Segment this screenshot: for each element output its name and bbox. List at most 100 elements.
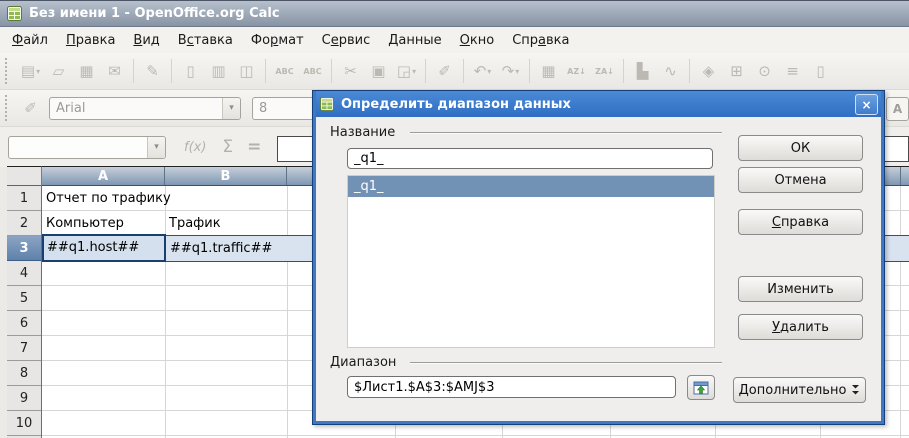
row-header-2[interactable]: 2 <box>7 211 41 236</box>
menu-item[interactable]: Сервис <box>313 30 380 51</box>
datasources-button[interactable]: ≡ <box>779 58 806 85</box>
menu-item[interactable]: Данные <box>379 30 450 51</box>
edit-file-icon: ✎ <box>146 62 159 80</box>
draw-functions-button[interactable]: ∿ <box>657 58 684 85</box>
define-database-range-dialog: Определить диапазон данных × Название _q… <box>312 90 885 425</box>
insert-chart-button[interactable]: ▙ <box>629 58 656 85</box>
chevron-down-icon[interactable]: ▾ <box>147 137 165 158</box>
navigator-button[interactable]: ◈ <box>695 58 722 85</box>
help-button[interactable]: Справка <box>738 209 863 235</box>
cancel-button[interactable]: Отмена <box>738 167 863 193</box>
row-header-3[interactable]: 3 <box>7 236 41 261</box>
equals-icon[interactable]: = <box>247 137 261 157</box>
gridline <box>900 186 901 438</box>
new-document-button[interactable]: ▤▾ <box>17 58 44 85</box>
select-all-corner[interactable] <box>7 166 42 186</box>
modify-button[interactable]: Изменить <box>738 276 863 302</box>
undo-button[interactable]: ↶▾ <box>469 58 496 85</box>
row-header-5[interactable]: 5 <box>7 286 41 311</box>
range-group-label: Диапазон <box>330 355 396 370</box>
row-header-6[interactable]: 6 <box>7 311 41 336</box>
row-header-7[interactable]: 7 <box>7 336 41 361</box>
menu-item[interactable]: Правка <box>57 30 124 51</box>
row-header-1[interactable]: 1 <box>7 186 41 211</box>
menu-item[interactable]: Вставка <box>169 30 242 51</box>
toolbar-separator <box>265 59 266 83</box>
redo-icon: ↷ <box>502 62 515 80</box>
cut-icon: ✂ <box>344 62 357 80</box>
menu-item[interactable]: Вид <box>124 30 168 51</box>
help-icon: ▯ <box>816 62 824 80</box>
chevron-down-icon[interactable]: ▾ <box>222 98 240 119</box>
spellcheck-icon: ABC <box>275 67 293 76</box>
cut-button[interactable]: ✂ <box>337 58 364 85</box>
shrink-button[interactable] <box>687 375 715 400</box>
row-header-8[interactable]: 8 <box>7 361 41 386</box>
delete-button[interactable]: Удалить <box>738 314 863 340</box>
menu-item[interactable]: Файл <box>3 30 57 51</box>
standard-toolbar: ▤▾▱▦✉✎▯▥◫ABCABC✂▣◲▾✐↶▾↷▾▦AZ↓ZA↓▙∿◈⊞⊙≡▯ <box>0 53 909 90</box>
ok-button[interactable]: ОК <box>738 135 863 161</box>
cell-a2[interactable]: Компьютер <box>42 211 166 236</box>
chevron-down-icon[interactable]: ▾ <box>36 67 40 76</box>
row-header-4[interactable]: 4 <box>7 261 41 286</box>
function-wizard-icon[interactable]: f(x) <box>184 140 206 155</box>
sum-icon[interactable]: Σ <box>222 137 233 157</box>
list-item[interactable]: _q1_ <box>348 176 714 197</box>
menu-item[interactable]: Справка <box>503 30 578 51</box>
email-button[interactable]: ✉ <box>101 58 128 85</box>
font-color-icon[interactable]: A <box>886 97 909 121</box>
column-header-b[interactable]: B <box>165 167 287 185</box>
more-options-button[interactable]: Дополнительно <box>733 377 866 403</box>
menu-item[interactable]: Окно <box>451 30 504 51</box>
chevron-down-icon[interactable]: ▾ <box>412 67 416 76</box>
toolbar-drag-handle[interactable] <box>5 95 12 121</box>
format-paintbrush-button[interactable]: ✐ <box>431 58 458 85</box>
menu-item[interactable]: Формат <box>242 30 313 51</box>
gallery-button[interactable]: ⊞ <box>723 58 750 85</box>
zoom-button[interactable]: ⊙ <box>751 58 778 85</box>
toolbar-drag-handle[interactable] <box>5 58 12 84</box>
open-button[interactable]: ▱ <box>45 58 72 85</box>
sort-ascending-button[interactable]: AZ↓ <box>563 58 590 85</box>
row-header-9[interactable]: 9 <box>7 386 41 411</box>
spellcheck-button[interactable]: ABC <box>271 58 298 85</box>
row-header-10[interactable]: 10 <box>7 411 41 436</box>
cell-b3[interactable]: ##q1.traffic## <box>166 236 290 261</box>
navigator-icon: ◈ <box>703 62 715 80</box>
copy-button[interactable]: ▣ <box>365 58 392 85</box>
save-button[interactable]: ▦ <box>73 58 100 85</box>
sort-descending-button[interactable]: ZA↓ <box>591 58 618 85</box>
close-icon[interactable]: × <box>855 94 878 115</box>
double-chevron-down-icon <box>851 384 860 396</box>
redo-button[interactable]: ↷▾ <box>497 58 524 85</box>
format-paintbrush-icon: ✐ <box>438 62 451 80</box>
range-name-input[interactable] <box>347 148 713 169</box>
export-pdf-button[interactable]: ▯ <box>177 58 204 85</box>
font-name-combo[interactable]: Arial ▾ <box>49 97 241 120</box>
chevron-down-icon[interactable]: ▾ <box>487 67 491 76</box>
page-preview-button[interactable]: ◫ <box>233 58 260 85</box>
paste-button[interactable]: ◲▾ <box>393 58 420 85</box>
edit-file-button[interactable]: ✎ <box>139 58 166 85</box>
range-reference-input[interactable] <box>347 376 676 398</box>
print-button[interactable]: ▥ <box>205 58 232 85</box>
chevron-down-icon[interactable]: ▾ <box>515 67 519 76</box>
paste-icon: ◲ <box>397 62 411 80</box>
styles-button[interactable]: ✐ <box>17 95 44 122</box>
cell-b2[interactable]: Трафик <box>165 211 289 236</box>
autospellcheck-button[interactable]: ABC <box>299 58 326 85</box>
insert-chart-icon: ▙ <box>637 62 649 80</box>
insert-table-button[interactable]: ▦ <box>535 58 562 85</box>
range-list[interactable]: _q1_ <box>347 175 715 348</box>
window-titlebar: Без имени 1 - OpenOffice.org Calc <box>0 0 909 27</box>
export-pdf-icon: ▯ <box>186 62 194 80</box>
cell-a3-active[interactable]: ##q1.host## <box>42 234 166 262</box>
dialog-titlebar[interactable]: Определить диапазон данных × <box>316 91 881 117</box>
help-button[interactable]: ▯ <box>807 58 834 85</box>
column-header-a[interactable]: A <box>42 167 165 185</box>
sort-ascending-icon: AZ↓ <box>567 67 586 76</box>
font-name-value: Arial <box>50 101 222 116</box>
name-box[interactable]: ▾ <box>8 136 166 159</box>
cell-a1[interactable]: Отчет по трафику <box>42 186 286 211</box>
